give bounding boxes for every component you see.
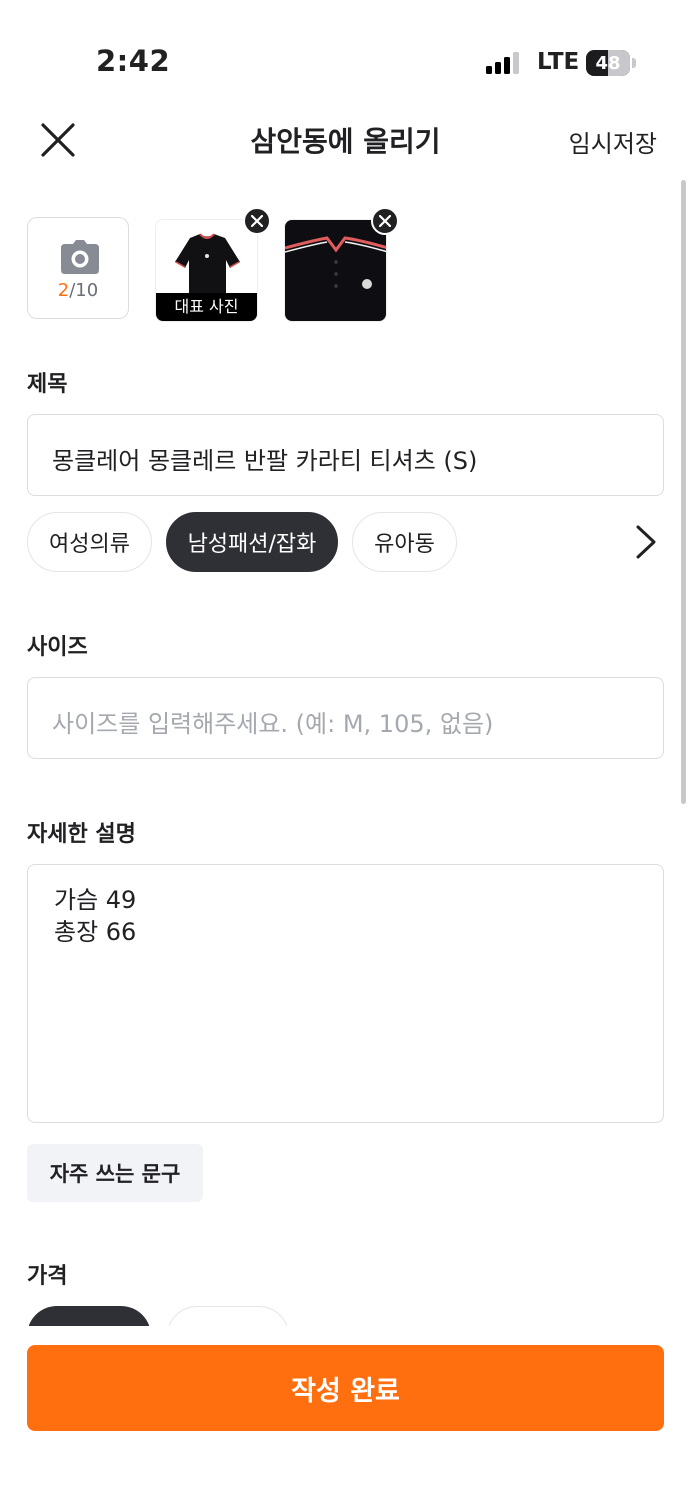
battery-level: 48 xyxy=(595,52,621,74)
size-label: 사이즈 xyxy=(27,635,88,660)
submit-button[interactable]: 작성 완료 xyxy=(27,1345,664,1431)
close-icon xyxy=(379,215,391,227)
size-input[interactable]: 사이즈를 입력해주세요. (예: M, 105, 없음) xyxy=(27,677,664,759)
representative-photo-label: 대표 사진 xyxy=(156,293,257,321)
network-type: LTE xyxy=(537,49,580,75)
description-line: 총장 66 xyxy=(54,918,137,946)
size-input-placeholder: 사이즈를 입력해주세요. (예: M, 105, 없음) xyxy=(52,710,494,738)
description-textarea[interactable]: 가슴 49 총장 66 xyxy=(27,864,664,1123)
description-line: 가슴 49 xyxy=(54,886,137,914)
scrollbar[interactable] xyxy=(681,180,686,804)
remove-photo-2-button[interactable] xyxy=(371,207,399,235)
photo-thumbnail-2[interactable] xyxy=(284,219,387,322)
photo-count-current: 2 xyxy=(57,280,70,301)
battery-tip xyxy=(632,58,636,68)
shirt-photo-2 xyxy=(285,220,386,321)
photo-thumbnail-1[interactable]: 대표 사진 xyxy=(155,219,258,322)
status-time: 2:42 xyxy=(96,44,171,78)
description-label: 자세한 설명 xyxy=(27,822,136,847)
category-chip-mens-fashion[interactable]: 남성패션/잡화 xyxy=(166,512,338,572)
cellular-signal-icon xyxy=(486,52,522,74)
photo-count: 2/10 xyxy=(28,280,128,301)
category-chip-kids[interactable]: 유아동 xyxy=(352,512,457,572)
photo-count-max: /10 xyxy=(69,280,99,301)
remove-photo-1-button[interactable] xyxy=(243,207,271,235)
add-photo-button[interactable]: 2/10 xyxy=(27,217,129,319)
category-next-button[interactable] xyxy=(630,524,660,560)
camera-icon xyxy=(61,240,99,274)
title-input[interactable]: 몽클레어 몽클레르 반팔 카라티 티셔츠 (S) xyxy=(27,414,664,496)
frequent-phrases-button[interactable]: 자주 쓰는 문구 xyxy=(27,1144,203,1202)
draft-save-button[interactable]: 임시저장 xyxy=(569,124,657,159)
price-label: 가격 xyxy=(27,1264,68,1289)
title-label: 제목 xyxy=(27,372,68,397)
title-input-value: 몽클레어 몽클레르 반팔 카라티 티셔츠 (S) xyxy=(52,447,478,475)
chevron-right-icon xyxy=(636,525,656,559)
close-icon xyxy=(251,215,263,227)
category-chip-womens-clothing[interactable]: 여성의류 xyxy=(27,512,152,572)
